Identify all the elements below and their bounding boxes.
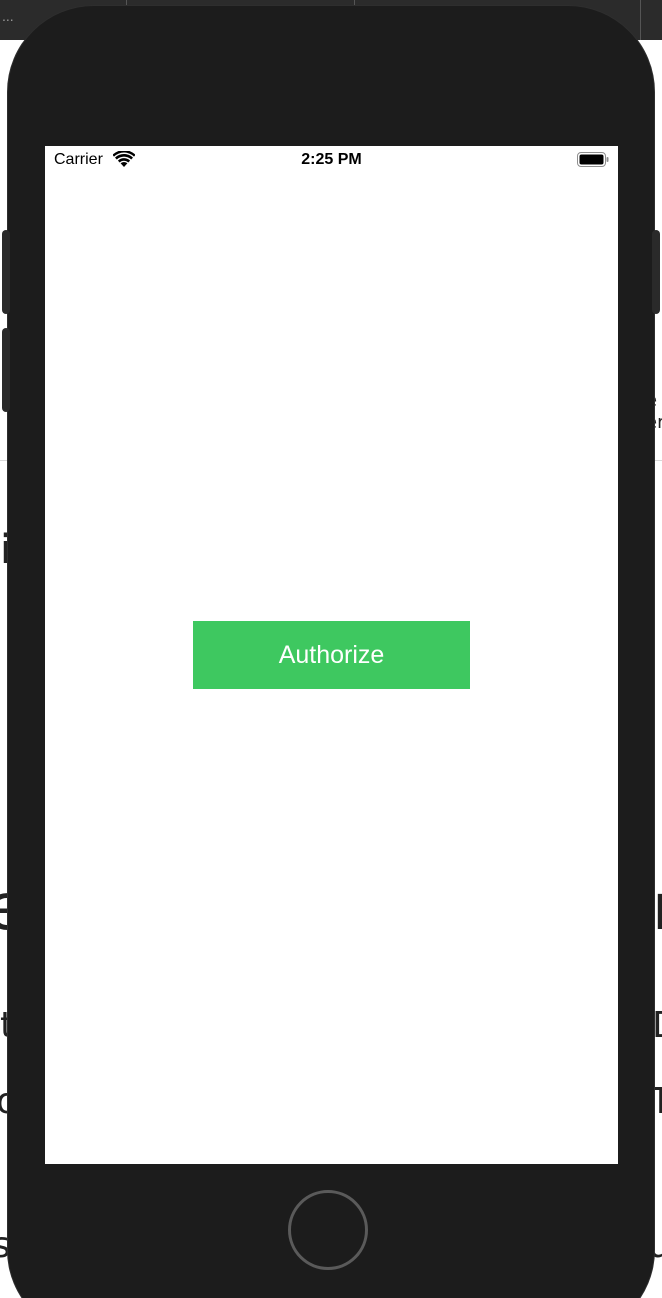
- battery-icon: [577, 152, 609, 167]
- volume-down-button: [2, 328, 10, 412]
- status-bar: Carrier 2:25 PM: [45, 146, 618, 174]
- power-button: [652, 230, 660, 314]
- status-time: 2:25 PM: [301, 151, 362, 168]
- volume-up-button: [2, 230, 10, 314]
- authorize-button[interactable]: Authorize: [193, 621, 470, 689]
- toolbar-separator: [640, 0, 641, 40]
- app-screen: Carrier 2:25 PM Authorize: [45, 146, 618, 1164]
- home-button[interactable]: [288, 1190, 368, 1270]
- background-menu-dots: ...: [2, 8, 14, 24]
